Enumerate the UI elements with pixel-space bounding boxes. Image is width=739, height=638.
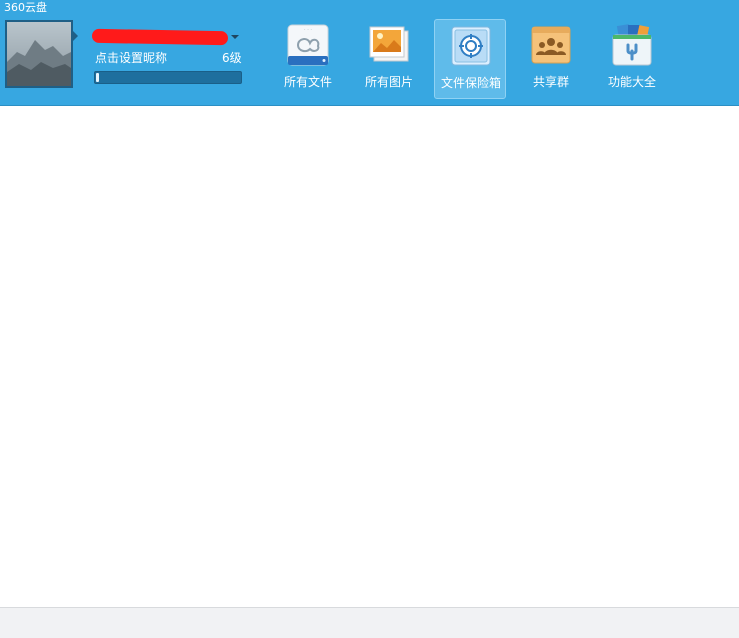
tab-all-features[interactable]: 功能大全: [596, 19, 668, 99]
set-nickname-link[interactable]: 点击设置昵称: [95, 51, 167, 65]
tab-share-group[interactable]: 共享群: [515, 19, 587, 99]
tab-all-photos[interactable]: 所有图片: [353, 19, 425, 99]
svg-text:· · ·: · · ·: [304, 27, 312, 33]
level-progress-fill: [96, 73, 99, 82]
tab-label: 功能大全: [607, 75, 656, 89]
status-bar: [0, 607, 739, 638]
photos-icon: [369, 26, 409, 62]
avatar-pointer-icon: [73, 31, 78, 41]
avatar[interactable]: [5, 20, 73, 88]
app-window: 360云盘 点击设置昵称 6级 · · · 所有文件 所有图片 文件保险箱 共享…: [0, 0, 739, 638]
tab-all-files[interactable]: · · · 所有文件: [272, 19, 344, 99]
header-bar: 360云盘 点击设置昵称 6级 · · · 所有文件 所有图片 文件保险箱 共享…: [0, 0, 739, 106]
toolbox-icon: [612, 24, 652, 66]
username-redacted[interactable]: [91, 28, 229, 46]
user-level: 6级: [222, 51, 242, 65]
group-folder-icon: [531, 26, 571, 64]
cloud-drive-icon: · · ·: [287, 24, 329, 66]
chevron-down-icon[interactable]: [231, 35, 239, 39]
app-title: 360云盘: [4, 1, 47, 14]
tab-label: 文件保险箱: [440, 76, 501, 90]
level-progress-bar: [94, 71, 242, 84]
avatar-landscape-icon: [7, 22, 71, 86]
main-content: [0, 107, 739, 607]
tab-label: 共享群: [532, 75, 569, 89]
safe-icon: [451, 26, 491, 66]
tab-label: 所有文件: [283, 75, 332, 89]
tab-label: 所有图片: [364, 75, 413, 89]
tab-file-safe[interactable]: 文件保险箱: [434, 19, 506, 99]
